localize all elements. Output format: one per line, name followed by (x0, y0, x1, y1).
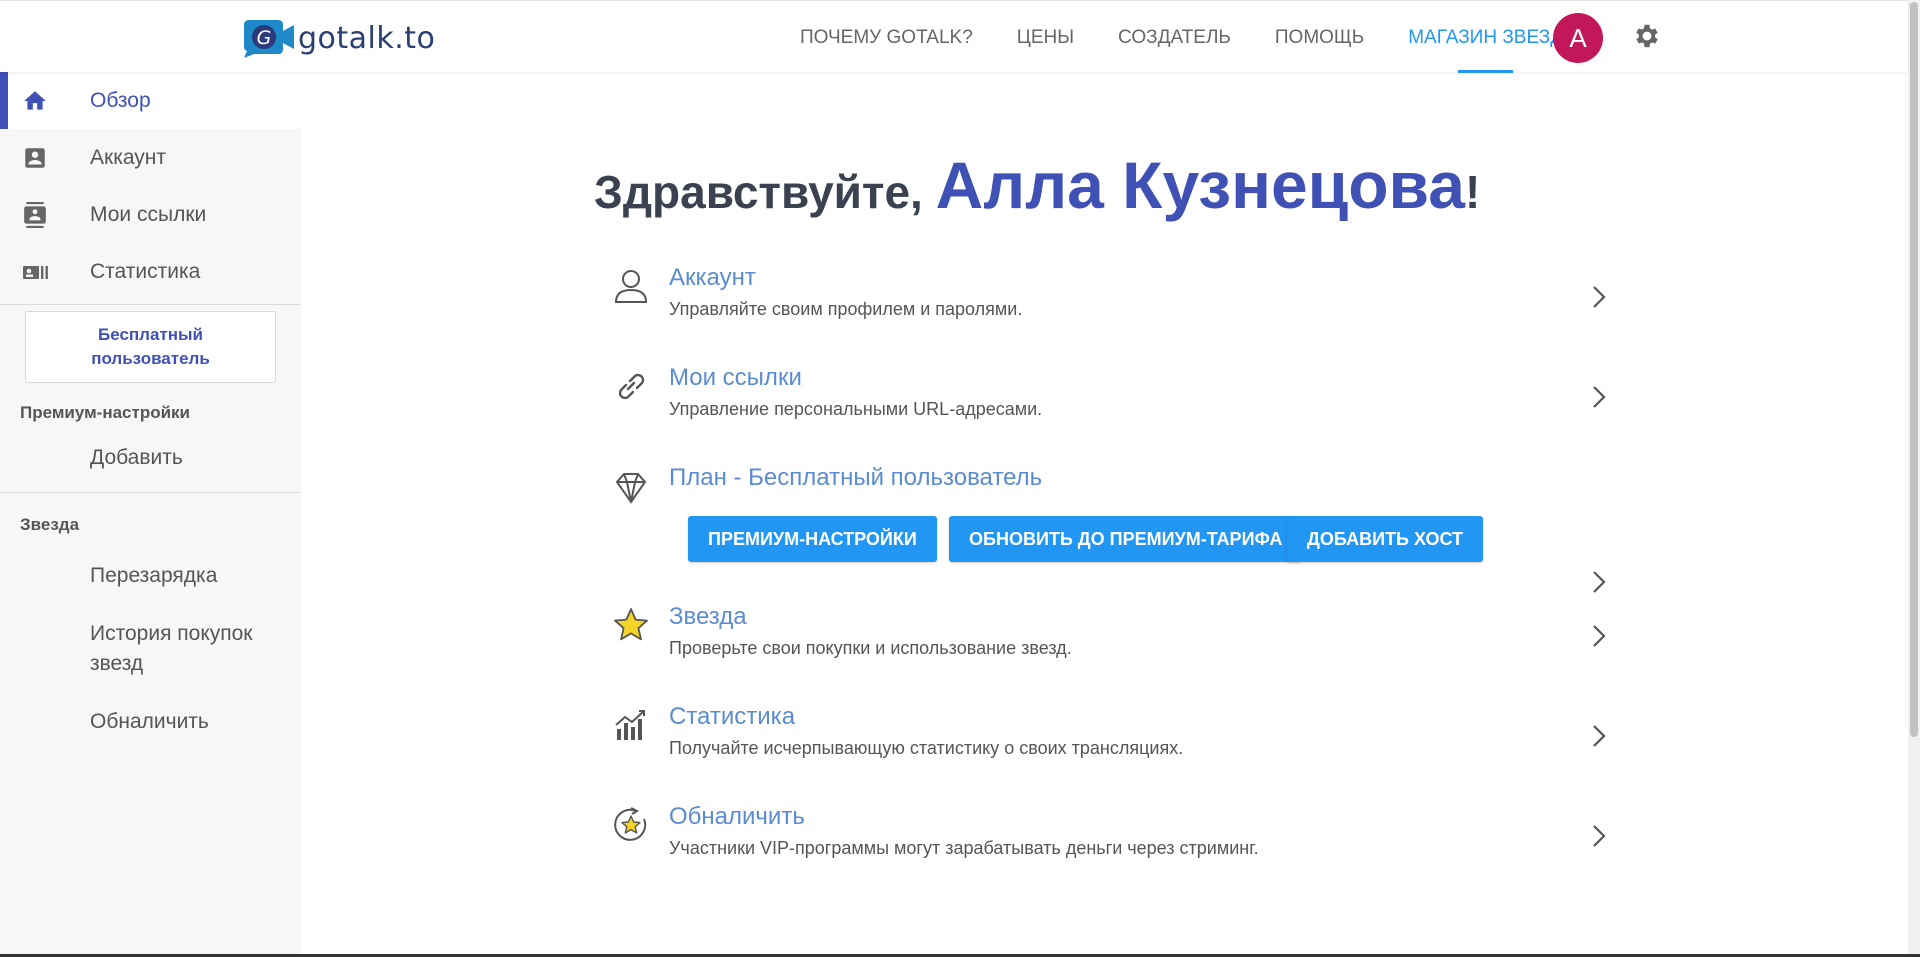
sidebar-item-label: Статистика (90, 259, 201, 283)
sidebar-divider (0, 492, 301, 493)
sidebar-item-account[interactable]: Аккаунт (0, 129, 301, 186)
home-icon (22, 88, 48, 114)
overview-row-my-links[interactable]: Мои ссылки Управление персональными URL-… (601, 364, 1606, 434)
row-description: Получайте исчерпывающую статистику о сво… (669, 738, 1184, 758)
add-host-button[interactable]: ДОБАВИТЬ ХОСТ (1287, 516, 1484, 562)
main-content: Здравствуйте, Алла Кузнецова! Аккаунт Уп… (301, 72, 1908, 957)
account-box-icon (22, 145, 48, 171)
sidebar: Обзор Аккаунт Мои ссылки Статистика Бесп… (0, 72, 301, 957)
sidebar-item-my-links[interactable]: Мои ссылки (0, 186, 301, 243)
nav-prices[interactable]: ЦЕНЫ (1017, 1, 1074, 73)
logo-icon: G (240, 17, 298, 59)
svg-text:G: G (257, 27, 272, 49)
link-icon (611, 366, 651, 406)
brand-logo[interactable]: G gotalk.to (240, 17, 435, 59)
sidebar-item-label: Мои ссылки (90, 202, 207, 226)
sidebar-item-label: Обзор (90, 88, 151, 112)
premium-settings-button[interactable]: ПРЕМИУМ-НАСТРОЙКИ (688, 516, 937, 562)
main-nav: ПОЧЕМУ GOTALK? ЦЕНЫ СОЗДАТЕЛЬ ПОМОЩЬ МАГ… (800, 1, 1607, 73)
overview-row-account[interactable]: Аккаунт Управляйте своим профилем и паро… (601, 264, 1606, 334)
row-description: Управление персональными URL-адресами. (669, 399, 1043, 419)
upgrade-premium-button[interactable]: ОБНОВИТЬ ДО ПРЕМИУМ-ТАРИФА (949, 516, 1303, 562)
star-icon (611, 605, 651, 645)
greeting-suffix: ! (1464, 166, 1481, 218)
page-scrollbar[interactable] (1908, 0, 1920, 957)
sidebar-item-label: Аккаунт (90, 145, 167, 169)
cashout-star-icon (611, 805, 651, 845)
premium-section-title: Премиум-настройки (20, 403, 191, 422)
overview-row-plan[interactable]: План - Бесплатный пользователь (601, 464, 1606, 593)
row-description: Управляйте своим профилем и паролями. (669, 299, 1023, 319)
chevron-right-icon (1589, 723, 1609, 749)
chevron-right-icon (1589, 384, 1609, 410)
gear-icon[interactable] (1632, 21, 1662, 51)
nav-why-gotalk[interactable]: ПОЧЕМУ GOTALK? (800, 1, 973, 73)
scrollbar-thumb[interactable] (1910, 2, 1918, 737)
brand-name: gotalk.to (298, 20, 436, 56)
diamond-icon (611, 468, 651, 508)
nav-help[interactable]: ПОМОЩЬ (1275, 1, 1364, 73)
overview-row-statistics[interactable]: Статистика Получайте исчерпывающую стати… (601, 703, 1606, 773)
sidebar-item-cashout[interactable]: Обналичить (0, 707, 301, 737)
row-title: Аккаунт (669, 264, 756, 291)
star-section-title: Звезда (20, 515, 80, 534)
sidebar-item-recharge[interactable]: Перезарядка (0, 561, 301, 591)
chevron-right-icon (1589, 284, 1609, 310)
sidebar-item-overview[interactable]: Обзор (0, 72, 301, 129)
user-avatar[interactable]: А (1553, 13, 1603, 63)
row-description: Проверьте свои покупки и использование з… (669, 638, 1072, 658)
greeting-prefix: Здравствуйте, (594, 166, 936, 218)
contacts-icon (22, 202, 48, 228)
sidebar-divider (0, 304, 301, 305)
top-bar: G gotalk.to ПОЧЕМУ GOTALK? ЦЕНЫ СОЗДАТЕЛ… (0, 0, 1908, 73)
row-title: Статистика (669, 703, 796, 730)
row-title: Мои ссылки (669, 364, 802, 391)
row-title: Обналичить (669, 803, 805, 830)
person-outline-icon (611, 266, 651, 306)
sidebar-item-statistics[interactable]: Статистика (0, 243, 301, 300)
row-title: План - Бесплатный пользователь (669, 464, 1043, 491)
overview-row-star[interactable]: Звезда Проверьте свои покупки и использо… (601, 603, 1606, 673)
page-title: Здравствуйте, Алла Кузнецова! (594, 147, 1480, 223)
chevron-right-icon (1589, 623, 1609, 649)
stats-card-icon (22, 259, 48, 285)
sidebar-item-star-history[interactable]: История покупок звезд (0, 619, 270, 679)
chevron-right-icon (1589, 823, 1609, 849)
chart-icon (611, 705, 651, 745)
row-description: Участники VIP-программы могут зарабатыва… (669, 838, 1259, 858)
plan-badge[interactable]: Бесплатный пользователь (25, 311, 276, 383)
row-title: Звезда (669, 603, 747, 630)
chevron-right-icon (1589, 569, 1609, 595)
nav-creator[interactable]: СОЗДАТЕЛЬ (1118, 1, 1231, 73)
nav-star-shop[interactable]: МАГАЗИН ЗВЕЗД (1408, 1, 1563, 73)
sidebar-item-premium-add[interactable]: Добавить (0, 443, 301, 473)
user-name: Алла Кузнецова (935, 148, 1465, 222)
overview-row-cashout[interactable]: Обналичить Участники VIP-программы могут… (601, 803, 1606, 873)
